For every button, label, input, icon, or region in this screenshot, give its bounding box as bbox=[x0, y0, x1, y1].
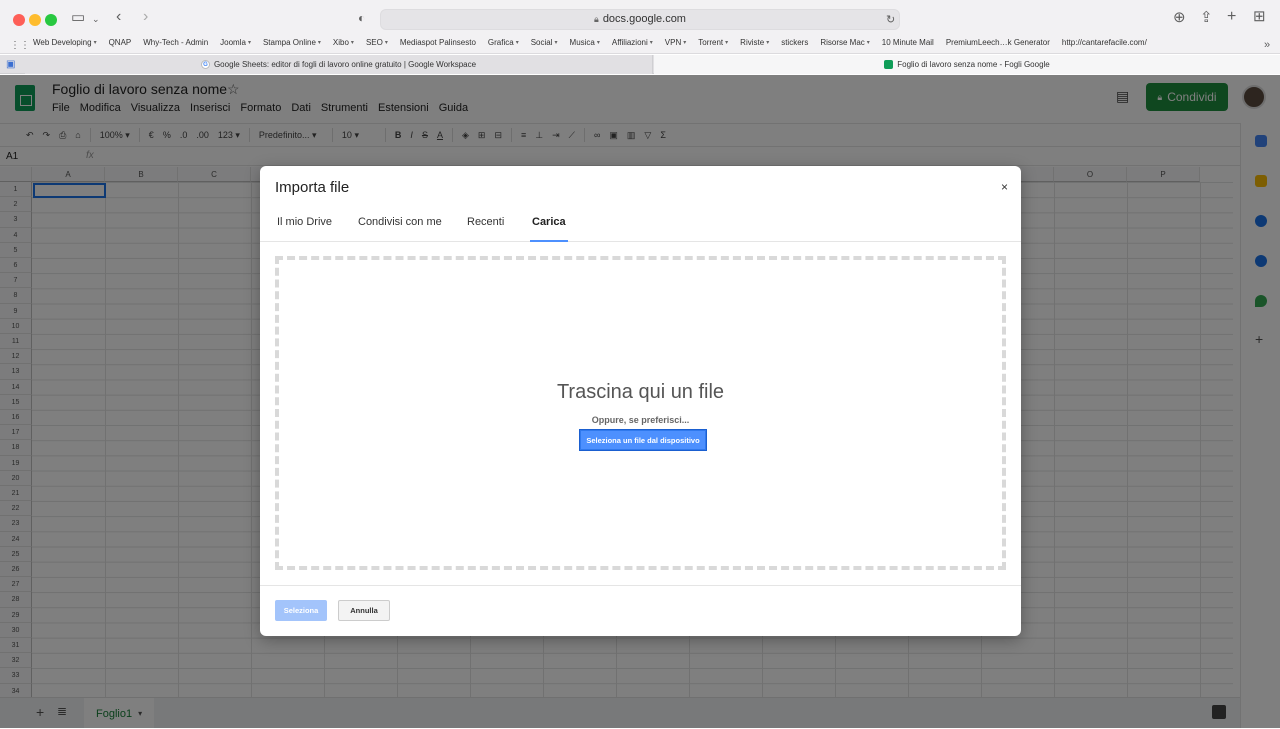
bookmark-label: Stampa Online bbox=[262, 38, 316, 47]
address-bar[interactable]: 🔒︎ docs.google.com ↻ bbox=[380, 9, 900, 30]
bookmarks-list: Web Developing ▾ QNAP Why-Tech - Admin Jooml… bbox=[33, 38, 1147, 47]
bookmark-label: 10 Minute Mail bbox=[881, 38, 934, 47]
select-button[interactable]: Seleziona bbox=[275, 600, 327, 621]
bookmark-item[interactable]: PremiumLeech…k Generator bbox=[946, 38, 1050, 47]
dialog-title: Importa file bbox=[275, 179, 350, 196]
lock-icon: 🔒︎ bbox=[594, 14, 599, 24]
bookmark-label: http://cantarefacile.com/ bbox=[1061, 38, 1147, 47]
chevron-down-icon: ▾ bbox=[683, 40, 687, 46]
tab-group-icon[interactable]: ▣ bbox=[6, 57, 15, 73]
new-tab-icon[interactable]: + bbox=[1227, 9, 1236, 25]
drop-alternative-text: Oppure, se preferisci... bbox=[591, 415, 690, 425]
bookmark-item[interactable]: Riviste ▾ bbox=[740, 38, 769, 47]
select-from-device-button[interactable]: Seleziona un file dal dispositivo bbox=[579, 429, 707, 451]
chevron-down-icon[interactable]: ⌄ bbox=[92, 11, 100, 27]
chevron-down-icon: ▾ bbox=[649, 40, 653, 46]
bookmark-label: VPN bbox=[664, 38, 682, 47]
bookmark-item[interactable]: VPN ▾ bbox=[665, 38, 686, 47]
browser-tab-label: Foglio di lavoro senza nome - Fogli Goog… bbox=[897, 60, 1050, 69]
bookmark-item[interactable]: Social ▾ bbox=[531, 38, 558, 47]
browser-tab-workspace[interactable]: G Google Sheets: editor di fogli di lavo… bbox=[25, 55, 653, 74]
bookmark-label: Mediaspot Palinsesto bbox=[399, 38, 476, 47]
chevron-down-icon: ▾ bbox=[317, 40, 321, 46]
bookmark-item[interactable]: Xibo ▾ bbox=[333, 38, 354, 47]
browser-tab-sheets[interactable]: Foglio di lavoro senza nome - Fogli Goog… bbox=[654, 55, 1280, 74]
bookmark-label: Musica bbox=[569, 38, 595, 47]
bookmark-item[interactable]: Joomla ▾ bbox=[220, 38, 251, 47]
more-bookmarks-icon[interactable]: » bbox=[1264, 37, 1270, 53]
bookmark-label: Torrent bbox=[698, 38, 724, 47]
bookmark-label: Why-Tech - Admin bbox=[143, 38, 209, 47]
bookmark-item[interactable]: Why-Tech - Admin bbox=[143, 38, 208, 47]
bookmark-item[interactable]: Risorse Mac ▾ bbox=[820, 38, 869, 47]
bookmark-item[interactable]: Stampa Online ▾ bbox=[263, 38, 321, 47]
bookmark-label: Social bbox=[530, 38, 553, 47]
tab-recent[interactable]: Recenti bbox=[465, 216, 506, 242]
bookmark-item[interactable]: 10 Minute Mail bbox=[882, 38, 934, 47]
bookmark-item[interactable]: Mediaspot Palinsesto bbox=[400, 38, 476, 47]
chevron-down-icon: ▾ bbox=[350, 40, 354, 46]
bookmark-label: Grafica bbox=[487, 38, 514, 47]
bookmark-label: Riviste bbox=[740, 38, 765, 47]
browser-toolbar: ▭ ⌄ ‹ › ◐ 🔒︎ docs.google.com ↻ ⊕ ⇪ + ⊞ bbox=[0, 0, 1280, 36]
chevron-down-icon: ▾ bbox=[384, 40, 388, 46]
chevron-down-icon: ▾ bbox=[93, 40, 97, 46]
bookmark-item[interactable]: Musica ▾ bbox=[570, 38, 600, 47]
bookmark-label: Xibo bbox=[332, 38, 349, 47]
dialog-tabs: Il mio Drive Condivisi con me Recenti Ca… bbox=[260, 210, 1021, 242]
download-icon[interactable]: ⊕ bbox=[1173, 10, 1186, 26]
tab-my-drive[interactable]: Il mio Drive bbox=[275, 216, 334, 242]
bookmark-label: QNAP bbox=[108, 38, 132, 47]
bookmark-label: Joomla bbox=[220, 38, 246, 47]
chevron-down-icon: ▾ bbox=[866, 40, 870, 46]
share-icon[interactable]: ⇪ bbox=[1200, 10, 1213, 26]
bookmark-label: stickers bbox=[781, 38, 809, 47]
url-text: docs.google.com bbox=[602, 13, 686, 25]
bookmark-item[interactable]: QNAP bbox=[109, 38, 132, 47]
bookmark-item[interactable]: Web Developing ▾ bbox=[33, 38, 97, 47]
apps-grid-icon[interactable]: ⋮⋮ bbox=[10, 38, 30, 54]
bookmark-label: Affiliazioni bbox=[611, 38, 648, 47]
tab-overview-icon[interactable]: ⊞ bbox=[1253, 9, 1266, 25]
footer-divider bbox=[260, 585, 1021, 586]
tab-bar: ▣ G Google Sheets: editor di fogli di la… bbox=[0, 55, 1280, 74]
drop-zone[interactable]: Trascina qui un file Oppure, se preferis… bbox=[275, 256, 1006, 570]
cancel-button[interactable]: Annulla bbox=[338, 600, 390, 621]
bookmark-item[interactable]: Affiliazioni ▾ bbox=[612, 38, 653, 47]
bookmark-label: Web Developing bbox=[33, 38, 92, 47]
bookmark-label: Risorse Mac bbox=[820, 38, 865, 47]
bookmark-label: SEO bbox=[365, 38, 383, 47]
tab-upload[interactable]: Carica bbox=[530, 216, 568, 242]
tab-shared-with-me[interactable]: Condivisi con me bbox=[356, 216, 444, 242]
chevron-down-icon: ▾ bbox=[766, 40, 770, 46]
privacy-shield-icon[interactable]: ◐ bbox=[358, 10, 365, 26]
forward-icon[interactable]: › bbox=[143, 9, 148, 25]
chevron-down-icon: ▾ bbox=[515, 40, 519, 46]
back-icon[interactable]: ‹ bbox=[116, 9, 121, 25]
chevron-down-icon: ▾ bbox=[725, 40, 729, 46]
bookmark-item[interactable]: SEO ▾ bbox=[366, 38, 388, 47]
chevron-down-icon: ▾ bbox=[554, 40, 558, 46]
window-maximize-button[interactable] bbox=[45, 14, 57, 26]
browser-tab-label: Google Sheets: editor di fogli di lavoro… bbox=[213, 60, 477, 69]
reload-icon[interactable]: ↻ bbox=[886, 12, 895, 28]
window-close-button[interactable] bbox=[13, 14, 25, 26]
bookmarks-bar: ⋮⋮ Web Developing ▾ QNAP Why-Tech - Admin Jo… bbox=[0, 36, 1280, 54]
bookmark-item[interactable]: stickers bbox=[781, 38, 808, 47]
chevron-down-icon: ▾ bbox=[247, 40, 251, 46]
bookmark-label: PremiumLeech…k Generator bbox=[945, 38, 1050, 47]
chevron-down-icon: ▾ bbox=[596, 40, 600, 46]
sidebar-toggle-icon[interactable]: ▭ bbox=[71, 10, 85, 26]
google-favicon-icon: G bbox=[200, 60, 210, 69]
sheets-favicon-icon bbox=[884, 60, 894, 69]
bookmark-item[interactable]: Grafica ▾ bbox=[488, 38, 519, 47]
bookmark-item[interactable]: http://cantarefacile.com/ bbox=[1062, 38, 1147, 47]
bookmark-item[interactable]: Torrent ▾ bbox=[698, 38, 728, 47]
window-minimize-button[interactable] bbox=[29, 14, 41, 26]
close-icon[interactable]: × bbox=[1001, 180, 1008, 194]
drop-headline: Trascina qui un file bbox=[556, 381, 725, 403]
import-file-dialog: Importa file × Il mio Drive Condivisi co… bbox=[260, 166, 1021, 636]
